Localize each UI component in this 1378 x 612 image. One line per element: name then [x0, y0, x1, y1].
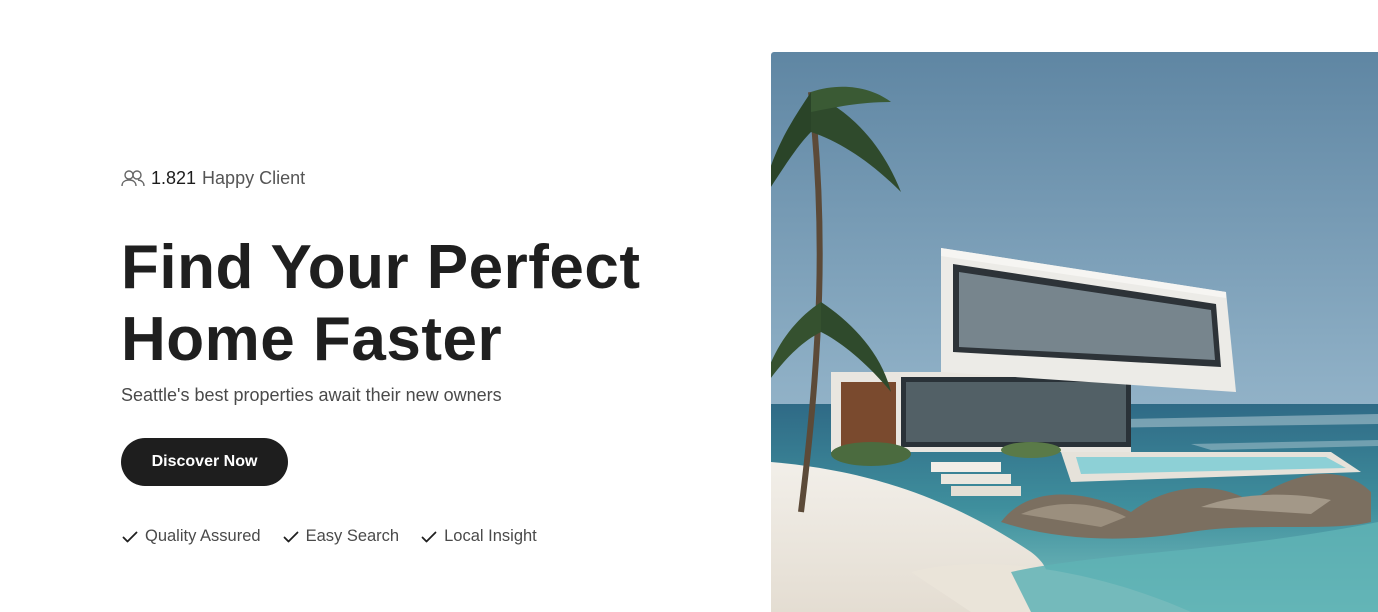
hero-section: 1.821 Happy Client Find Your Perfect Hom…: [121, 0, 741, 612]
hero-subtitle: Seattle's best properties await their ne…: [121, 385, 502, 405]
headline-line-1: Find Your Perfect: [121, 233, 641, 302]
beach-house-photo: [771, 52, 1378, 612]
check-icon: [121, 528, 139, 546]
hero-image: [771, 52, 1378, 612]
client-count: 1.821: [151, 167, 197, 188]
users-icon: [121, 168, 145, 188]
feature-list: Quality Assured Easy Search Local Insigh…: [121, 527, 558, 546]
happy-client-stat: 1.821 Happy Client: [121, 165, 305, 191]
discover-now-button[interactable]: Discover Now: [121, 438, 288, 486]
client-label: Happy Client: [202, 167, 306, 188]
feature-label: Local Insight: [444, 527, 537, 545]
feature-label: Easy Search: [305, 527, 400, 545]
feature-label: Quality Assured: [145, 527, 261, 545]
feature-item: Local Insight: [420, 527, 537, 546]
check-icon: [420, 528, 438, 546]
headline-line-2: Home Faster: [121, 305, 503, 374]
page-title: Find Your Perfect Home Faster: [121, 232, 641, 376]
feature-item: Easy Search: [282, 527, 400, 546]
check-icon: [282, 528, 300, 546]
feature-item: Quality Assured: [121, 527, 261, 546]
